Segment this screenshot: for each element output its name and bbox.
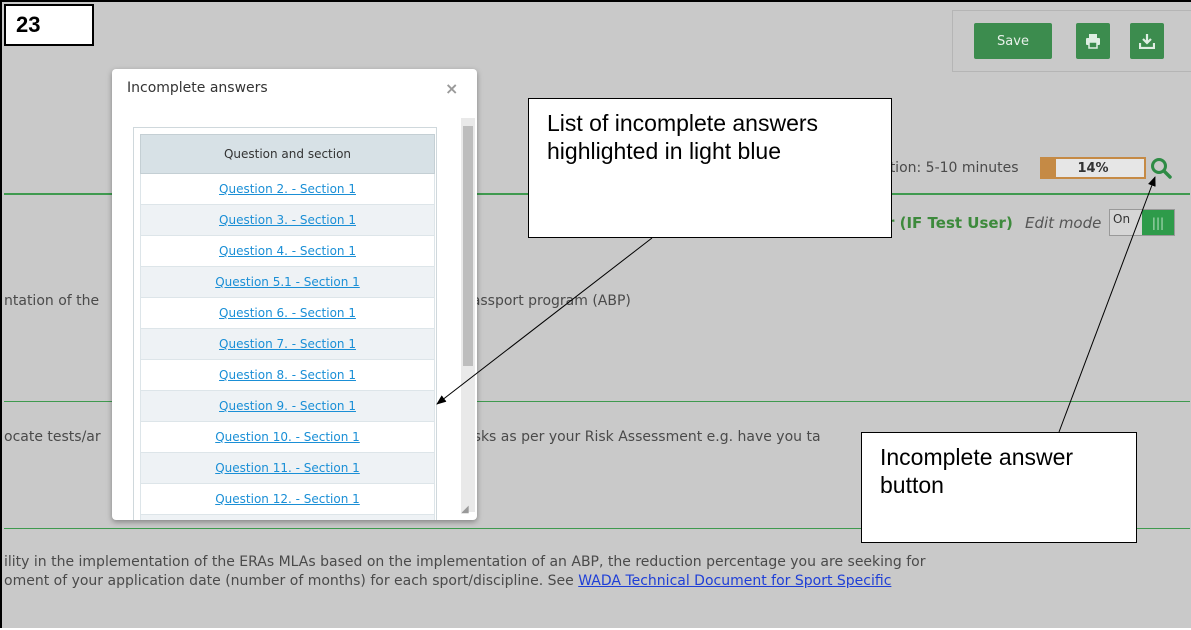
question-link[interactable]: Question 11. - Section 1 xyxy=(215,461,360,475)
question-link[interactable]: Question 4. - Section 1 xyxy=(219,244,356,258)
question-link[interactable]: Question 12. - Section 1 xyxy=(215,492,360,506)
question-link[interactable]: Question 6. - Section 1 xyxy=(219,306,356,320)
toggle-knob: ||| xyxy=(1142,210,1174,235)
question-text: ntation of the xyxy=(4,293,100,309)
incomplete-answers-modal: Incomplete answers × Question and sectio… xyxy=(112,69,477,520)
download-button[interactable] xyxy=(1130,23,1164,59)
toggle-on-label: On xyxy=(1113,212,1131,226)
list-item: Question 10. - Section 1 xyxy=(140,422,435,453)
list-item: Question 2. - Section 1 xyxy=(140,174,435,205)
list-item: Question 5.1 - Section 1 xyxy=(140,267,435,298)
save-button[interactable]: Save xyxy=(974,23,1052,59)
question-link[interactable]: Question 10. - Section 1 xyxy=(215,430,360,444)
list-item xyxy=(140,515,435,520)
incomplete-answers-list: Question and section Question 2. - Secti… xyxy=(133,127,437,520)
question-text: oment of your application date (number o… xyxy=(4,573,891,589)
edit-mode-toggle[interactable]: On ||| xyxy=(1109,209,1175,236)
question-link[interactable]: Question 3. - Section 1 xyxy=(219,213,356,227)
close-icon[interactable]: × xyxy=(445,79,458,98)
question-text: ility in the implementation of the ERAs … xyxy=(4,554,926,570)
list-item: Question 4. - Section 1 xyxy=(140,236,435,267)
question-link[interactable]: Question 7. - Section 1 xyxy=(219,337,356,351)
print-button[interactable] xyxy=(1076,23,1110,59)
question-text: Passport program (ABP) xyxy=(464,293,631,309)
callout-incomplete-button: Incomplete answer button xyxy=(861,432,1137,543)
callout-incomplete-list: List of incomplete answers highlighted i… xyxy=(528,98,892,238)
screenshot-stage: 23 Save ction: 5-10 minutes 14% r (IF Te… xyxy=(0,0,1191,628)
list-item: Question 11. - Section 1 xyxy=(140,453,435,484)
question-link[interactable]: Question 8. - Section 1 xyxy=(219,368,356,382)
question-link[interactable]: Question 9. - Section 1 xyxy=(219,399,356,413)
list-item: Question 3. - Section 1 xyxy=(140,205,435,236)
resize-grip-icon[interactable]: ◢ xyxy=(461,504,469,515)
list-column-header: Question and section xyxy=(140,134,435,174)
edit-mode-label: Edit mode xyxy=(1025,214,1102,232)
list-item: Question 7. - Section 1 xyxy=(140,329,435,360)
question-text: risks as per your Risk Assessment e.g. h… xyxy=(464,429,821,445)
question-text-segment: oment of your application date (number o… xyxy=(4,573,579,589)
step-number-badge: 23 xyxy=(4,4,94,46)
question-link[interactable]: Question 2. - Section 1 xyxy=(219,182,356,196)
print-icon xyxy=(1086,34,1100,49)
list-item: Question 8. - Section 1 xyxy=(140,360,435,391)
modal-scrollbar[interactable] xyxy=(461,118,475,512)
list-item: Question 12. - Section 1 xyxy=(140,484,435,515)
incomplete-answers-button[interactable] xyxy=(1149,156,1173,180)
completion-progress-bar: 14% xyxy=(1040,157,1146,179)
progress-percent: 14% xyxy=(1077,160,1109,176)
wada-technical-document-link[interactable]: WADA Technical Document for Sport Specif… xyxy=(578,573,891,589)
search-icon xyxy=(1151,158,1172,179)
modal-title: Incomplete answers xyxy=(127,80,268,96)
list-item: Question 6. - Section 1 xyxy=(140,298,435,329)
question-text: ocate tests/ar xyxy=(4,429,101,445)
time-estimate-label: ction: 5-10 minutes xyxy=(882,160,1019,176)
scroll-thumb[interactable] xyxy=(463,126,473,366)
list-item: Question 9. - Section 1 xyxy=(140,391,435,422)
question-link[interactable]: Question 5.1 - Section 1 xyxy=(215,275,360,289)
download-icon xyxy=(1139,34,1155,49)
user-name: r (IF Test User) xyxy=(887,214,1013,232)
